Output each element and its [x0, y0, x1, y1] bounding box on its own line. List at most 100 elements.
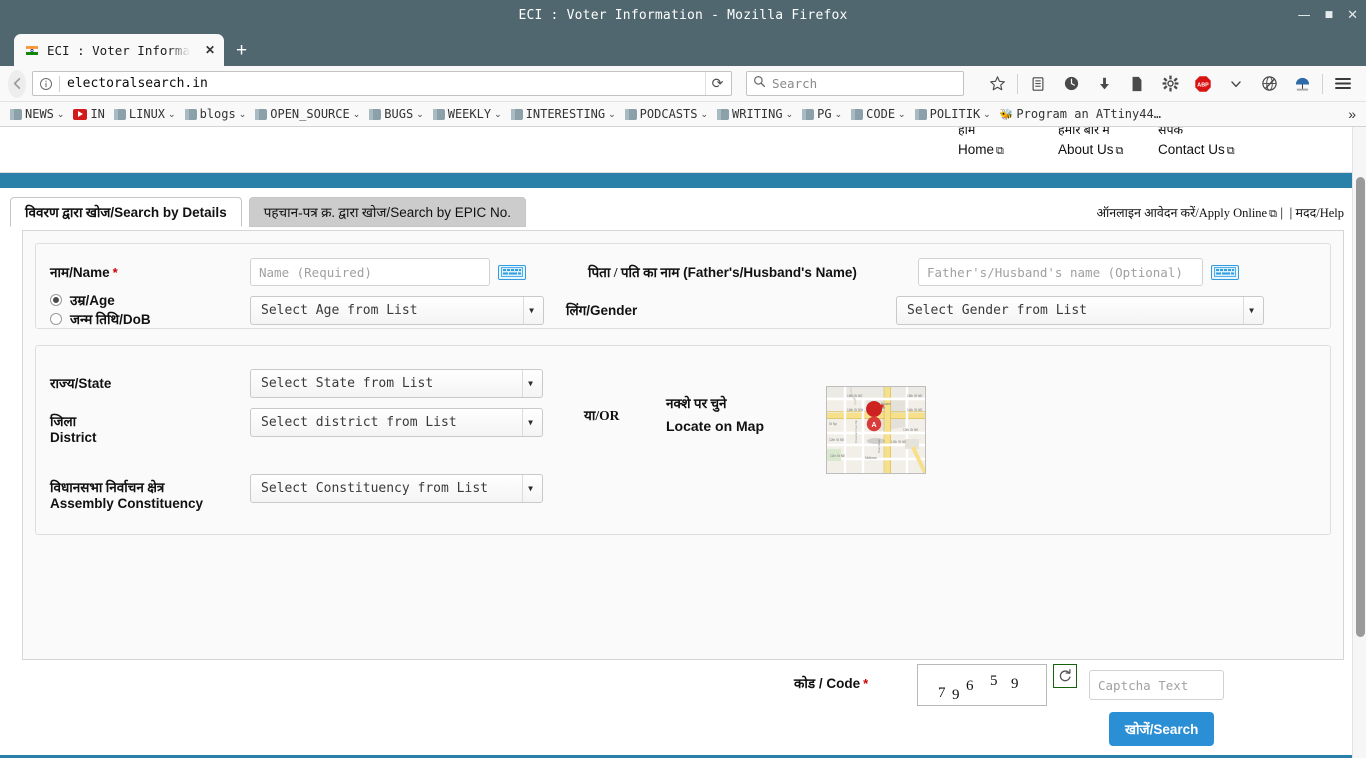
folder-icon [510, 108, 523, 120]
chevron-down-icon: ⌄ [834, 108, 843, 119]
age-select-value: Select Age from List [261, 302, 418, 318]
name-required-marker: * [112, 265, 118, 280]
tab-search-by-epic[interactable]: पहचान-पत्र क्र. द्वारा खोज / Search by EPI… [248, 197, 526, 227]
bookmarks-overflow-button[interactable]: » [1348, 106, 1360, 122]
external-link-icon-2: ⧉ [1115, 145, 1124, 157]
captcha-section: कोड / Code * 7 9 6 5 9 Captcha Text खोजें… [22, 660, 1344, 755]
bookmark-bugs[interactable]: BUGS ⌄ [365, 104, 427, 125]
dob-radio-button[interactable] [50, 313, 62, 325]
svg-text:Crescent Ave NE: Crescent Ave NE [854, 420, 858, 443]
district-select[interactable]: Select district from List ▼ [250, 408, 543, 437]
age-radio-button[interactable] [50, 294, 62, 306]
keyboard-icon-father[interactable] [1211, 264, 1239, 280]
reload-icon[interactable]: ⟳ [705, 72, 729, 95]
name-input-placeholder: Name (Required) [259, 264, 372, 280]
nav-link-contact-hindi: संपर्क [1158, 127, 1184, 137]
reader-mode-icon[interactable] [1122, 70, 1152, 98]
chevron-down-icon: ⌄ [238, 108, 247, 119]
search-bar[interactable]: Search [746, 71, 964, 96]
state-select[interactable]: Select State from List ▼ [250, 368, 543, 398]
star-icon[interactable] [982, 70, 1012, 98]
bookmark-code[interactable]: CODE ⌄ [847, 104, 909, 125]
dob-radio-row[interactable]: जन्म तिथि/DoB [50, 309, 250, 329]
page-scrollbar[interactable] [1352, 127, 1366, 758]
bookmark-open-source[interactable]: OPEN_SOURCE ⌄ [251, 104, 364, 125]
chevron-down-icon[interactable] [1221, 70, 1251, 98]
bookmark-blogs[interactable]: blogs ⌄ [181, 104, 251, 125]
gender-label: लिंग/Gender [566, 303, 638, 318]
svg-text:13th St NE: 13th St NE [903, 428, 918, 432]
svg-text:Midtown: Midtown [865, 456, 877, 460]
page-viewport: होम Home ⧉ हमारे बारे में About Us ⧉ संपर्… [0, 127, 1366, 758]
folder-icon [10, 108, 22, 120]
gender-select[interactable]: Select Gender from List ▼ [896, 295, 1264, 325]
chevron-down-icon: ⌄ [494, 108, 502, 119]
district-label-hindi: जिला [50, 414, 77, 429]
captcha-refresh-button[interactable] [1053, 664, 1077, 688]
locate-on-map-label[interactable]: नक्शे पर चुने Locate on Map [666, 386, 826, 434]
search-button[interactable]: खोजें/Search [1109, 712, 1215, 746]
bookmark-podcasts[interactable]: PODCASTS ⌄ [621, 104, 712, 125]
help-link[interactable]: मदद/Help [1295, 206, 1344, 220]
constituency-select[interactable]: Select Constituency from List ▼ [250, 474, 543, 503]
bookmark-program-an-attiny44[interactable]: 🐝 Program an ATtiny44… [996, 104, 1165, 125]
captcha-digit-3: 6 [966, 678, 974, 694]
page-scrollbar-thumb[interactable] [1356, 177, 1365, 637]
map-thumbnail-image: 15th St NE 15th St NE Colony Square Eye … [827, 387, 925, 473]
bookmark-linux[interactable]: LINUX ⌄ [110, 104, 180, 125]
library-icon[interactable] [1023, 70, 1053, 98]
name-label-hindi: नाम [50, 265, 70, 280]
age-radio-row[interactable]: उम्र/Age [50, 291, 250, 309]
history-icon[interactable] [1056, 70, 1086, 98]
umbrella-icon[interactable] [1287, 70, 1317, 98]
bookmark-label: INTERESTING [525, 107, 606, 121]
hamburger-menu-icon[interactable] [1328, 70, 1358, 98]
downloads-icon[interactable] [1089, 70, 1119, 98]
tab-epic-english: Search by EPIC No. [390, 204, 511, 220]
back-button[interactable] [8, 69, 26, 98]
bookmark-interesting[interactable]: INTERESTING ⌄ [507, 104, 620, 125]
gear-icon[interactable] [1155, 70, 1185, 98]
map-thumbnail[interactable]: 15th St NE 15th St NE Colony Square Eye … [826, 386, 926, 474]
nav-link-about-us[interactable]: हमारे बारे में About Us ⧉ [1058, 127, 1158, 158]
father-husband-name-input[interactable]: Father's/Husband's name (Optional) [918, 258, 1203, 286]
bookmark-label: WEEKLY [447, 107, 492, 121]
nav-link-contact-us[interactable]: संपर्क Contact Us ⧉ [1158, 127, 1258, 158]
minimize-button[interactable]: — [1298, 9, 1311, 22]
tab-close-icon[interactable]: ✕ [205, 43, 215, 57]
browser-tab[interactable]: ECI : Voter Informa ✕ [14, 34, 224, 66]
bookmark-politik[interactable]: POLITIK ⌄ [911, 104, 995, 125]
keyboard-icon-name[interactable] [498, 264, 526, 280]
chevron-down-icon: ⌄ [983, 108, 991, 119]
name-label: नाम/Name * [50, 265, 118, 280]
site-identity-icon[interactable] [39, 77, 53, 91]
svg-text:12th St NE: 12th St NE [891, 440, 906, 444]
apply-online-link[interactable]: ऑनलाइन आवेदन करें/Apply Online [1096, 206, 1267, 220]
age-select[interactable]: Select Age from List ▼ [250, 295, 544, 325]
or-label-text: या/OR [584, 408, 620, 423]
captcha-text-input[interactable]: Captcha Text [1089, 670, 1224, 700]
bookmark-weekly[interactable]: WEEKLY ⌄ [429, 104, 506, 125]
name-label-english: Name [72, 265, 110, 280]
close-button[interactable]: ✕ [1347, 9, 1358, 22]
maximize-button[interactable]: ■ [1325, 10, 1334, 20]
address-bar[interactable]: electoralsearch.in ⟳ [32, 71, 732, 96]
name-input[interactable]: Name (Required) [250, 258, 490, 286]
search-icon [753, 75, 766, 93]
bookmark-pg[interactable]: PG ⌄ [798, 104, 846, 125]
bookmark-news[interactable]: NEWS ⌄ [6, 104, 68, 125]
bookmark-writing[interactable]: WRITING ⌄ [713, 104, 797, 125]
assembly-constituency-label: विधानसभा निर्वाचन क्षेत्र Assembly Const… [50, 474, 250, 511]
nav-link-about-english: About Us ⧉ [1058, 142, 1124, 157]
state-label-hindi: राज्य [50, 376, 75, 391]
bookmark-in[interactable]: IN [69, 104, 108, 125]
dob-label-hindi: जन्म तिथि [70, 312, 120, 327]
globe-pencil-icon[interactable] [1254, 70, 1284, 98]
svg-text:12th St NE: 12th St NE [829, 438, 844, 442]
nav-link-home[interactable]: होम Home ⧉ [958, 127, 1058, 158]
adblock-icon[interactable]: ABP [1188, 70, 1218, 98]
folder-icon [717, 108, 730, 120]
new-tab-button[interactable]: + [236, 40, 247, 62]
tab-search-by-details[interactable]: विवरण द्वारा खोज / Search by Details [10, 197, 242, 227]
dob-radio-label: जन्म तिथि/DoB [70, 312, 151, 327]
